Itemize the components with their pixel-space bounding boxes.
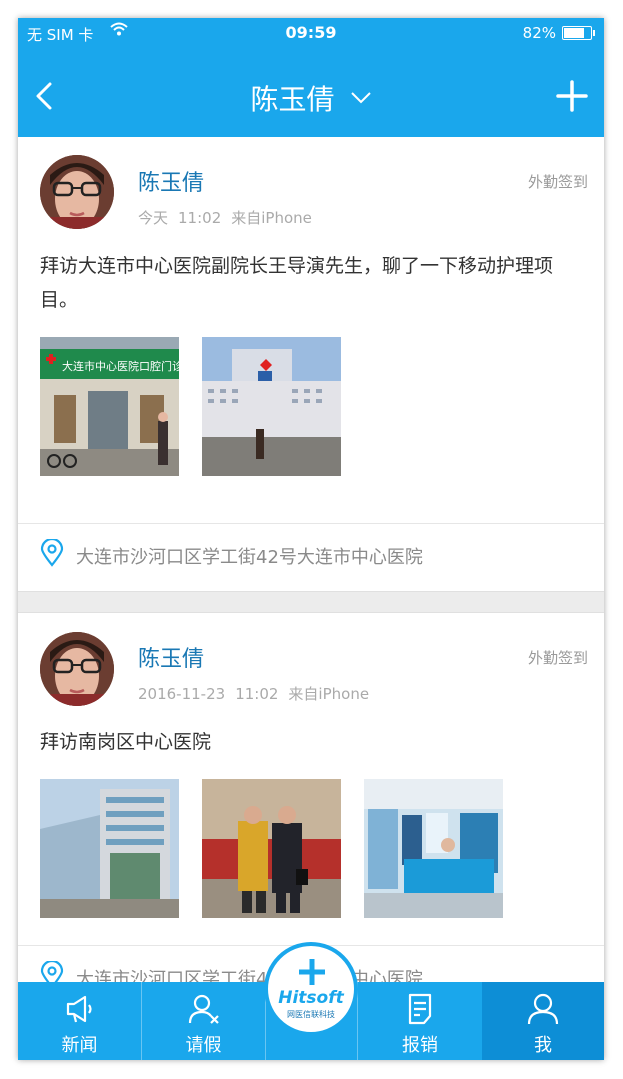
tab-label: 请假 — [185, 1035, 222, 1056]
checkin-feed[interactable]: 陈玉倩 外勤签到 今天 11:02 来自iPhone 拜访大连市中心医院副院长王导演… — [18, 137, 604, 982]
plus-icon — [299, 959, 325, 985]
post-source: 来自iPhone — [231, 209, 312, 227]
location-pin-icon — [40, 539, 64, 567]
battery-icon — [562, 26, 595, 40]
checkin-type-label: 外勤签到 — [527, 173, 588, 191]
tab-me[interactable]: 我 — [482, 982, 604, 1060]
post-source: 来自iPhone — [288, 685, 370, 703]
post-photo[interactable] — [202, 337, 341, 476]
divider — [18, 523, 604, 524]
add-icon[interactable] — [556, 80, 588, 112]
battery-percent: 82% — [522, 24, 556, 42]
post-meta: 今天 11:02 来自iPhone — [138, 207, 312, 228]
post-text: 拜访大连市中心医院副院长王导演先生，聊了一下移动护理项目。 — [40, 255, 554, 311]
post-photo[interactable] — [202, 779, 341, 918]
post-date: 2016-11-23 — [138, 685, 226, 703]
tab-leave[interactable]: 请假 — [142, 982, 266, 1060]
megaphone-icon — [66, 995, 92, 1023]
post-photo[interactable] — [364, 779, 503, 918]
post-meta: 2016-11-23 11:02 来自iPhone — [138, 683, 369, 704]
post-date: 今天 — [138, 209, 169, 227]
center-add-button[interactable]: Hitsoft 网医信联科技 — [264, 942, 358, 1036]
post-text: 拜访南岗区中心医院 — [40, 731, 212, 753]
brand-subtitle: 网医信联科技 — [287, 1010, 335, 1019]
user-icon — [527, 993, 559, 1025]
tab-news[interactable]: 新闻 — [18, 982, 142, 1060]
section-gap — [18, 591, 604, 613]
title-dropdown[interactable]: 陈玉倩 — [18, 78, 604, 118]
post-card[interactable]: 陈玉倩 外勤签到 2016-11-23 11:02 来自iPhone 拜访南岗区中心… — [18, 613, 604, 982]
status-bar: 无 SIM 卡 09:59 82% — [18, 18, 604, 48]
battery-fill — [564, 28, 584, 38]
tab-label: 我 — [534, 1035, 552, 1056]
location-pin-icon — [40, 961, 64, 982]
avatar[interactable] — [40, 632, 114, 706]
user-remove-icon — [188, 994, 219, 1024]
document-icon — [408, 993, 432, 1025]
chevron-down-icon — [350, 92, 371, 104]
post-time: 11:02 — [235, 685, 279, 703]
phone-screen: 无 SIM 卡 09:59 82% 陈玉倩 陈玉倩 外勤签到 今天 11:02 … — [18, 18, 604, 1060]
tab-label: 新闻 — [61, 1035, 98, 1056]
author-name[interactable]: 陈玉倩 — [138, 641, 204, 673]
brand-logo: Hitsoft — [278, 988, 344, 1008]
photo-sign-text: 大连市中心医院口腔门诊 — [62, 359, 179, 373]
tab-expense[interactable]: 报销 — [358, 982, 482, 1060]
post-photo[interactable] — [40, 779, 179, 918]
location-row[interactable]: 大连市沙河口区学工街42号大连市中心医院 — [40, 539, 588, 569]
location-address: 大连市沙河口区学工街42号大连市中心医院 — [76, 547, 423, 568]
checkin-type-label: 外勤签到 — [527, 649, 588, 667]
top-bar: 无 SIM 卡 09:59 82% 陈玉倩 — [18, 18, 604, 137]
page-title: 陈玉倩 — [250, 83, 335, 116]
clock: 09:59 — [285, 23, 337, 42]
post-card[interactable]: 陈玉倩 外勤签到 今天 11:02 来自iPhone 拜访大连市中心医院副院长王导演… — [18, 137, 604, 591]
post-photo[interactable]: 大连市中心医院口腔门诊 — [40, 337, 179, 476]
post-time: 11:02 — [178, 209, 222, 227]
location-address: 大连市沙河口区学工街42号大连市中心医院 — [76, 969, 423, 982]
tab-label: 报销 — [402, 1035, 438, 1056]
navigation-bar: 陈玉倩 — [18, 58, 604, 137]
author-name[interactable]: 陈玉倩 — [138, 165, 204, 197]
avatar[interactable] — [40, 155, 114, 229]
